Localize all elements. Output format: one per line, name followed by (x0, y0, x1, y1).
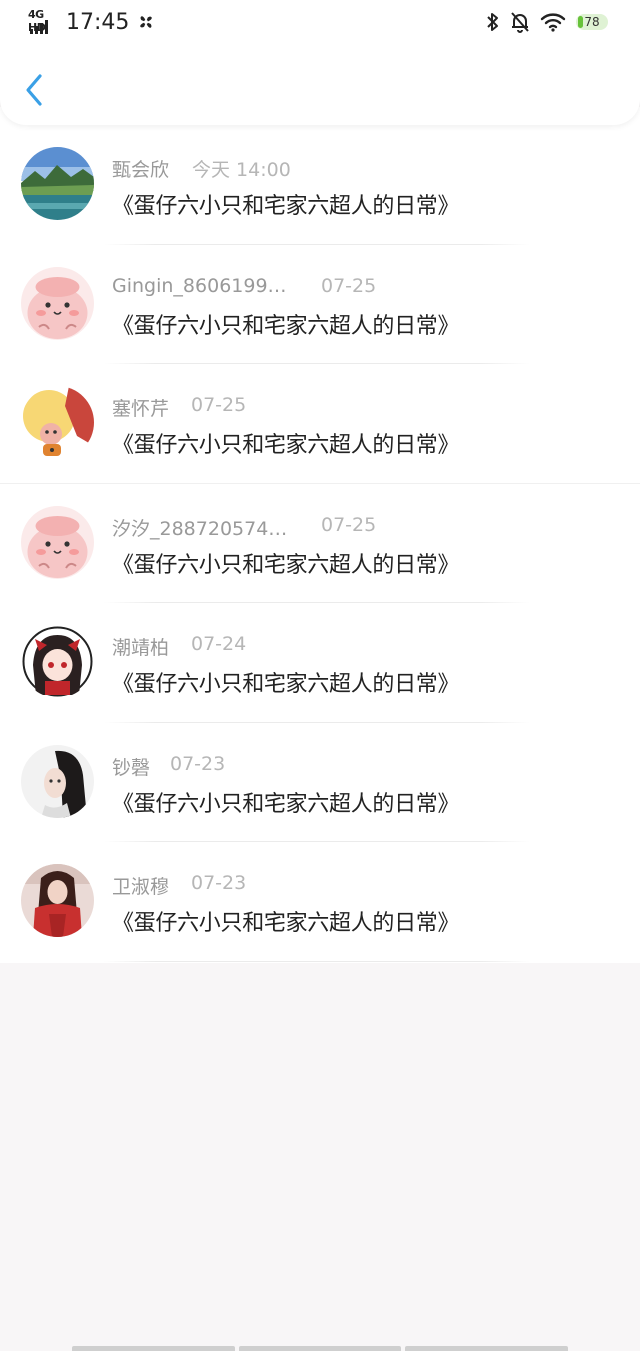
avatar (21, 744, 94, 818)
list-item[interactable]: 卫淑穆 07-23 《蛋仔六小只和宅家六超人的日常》 (0, 842, 640, 962)
clock: 17:45 (66, 9, 130, 35)
author-name: 钞磬 (112, 756, 151, 779)
list-item[interactable]: 潮靖柏 07-24 《蛋仔六小只和宅家六超人的日常》 (0, 603, 640, 723)
wifi-icon (540, 13, 566, 32)
post-date: 今天 14:00 (192, 159, 291, 181)
post-date: 07-25 (191, 394, 247, 416)
signal-icon (30, 20, 48, 34)
item-title: 《蛋仔六小只和宅家六超人的日常》 (112, 433, 460, 458)
post-date: 07-25 (321, 513, 377, 536)
list-item[interactable]: 甄会欣 今天 14:00 《蛋仔六小只和宅家六超人的日常》 (0, 125, 640, 245)
item-title: 《蛋仔六小只和宅家六超人的日常》 (112, 313, 460, 339)
battery-level: 78 (584, 15, 600, 29)
bell-off-icon (511, 12, 529, 33)
network-indicator: 4G HD (28, 8, 58, 36)
author-name: Gingin_8606199… (112, 274, 287, 297)
author-name: 甄会欣 (112, 159, 170, 181)
bluetooth-icon (487, 13, 498, 31)
avatar (21, 625, 94, 698)
home-indicator (72, 1346, 569, 1351)
post-date: 07-23 (191, 872, 247, 894)
list-item[interactable]: Gingin_8606199… 07-25 《蛋仔六小只和宅家六超人的日常》 (0, 245, 640, 364)
author-name: 卫淑穆 (112, 876, 170, 898)
avatar (21, 386, 94, 459)
item-title: 《蛋仔六小只和宅家六超人的日常》 (112, 911, 460, 936)
divider (104, 960, 530, 962)
status-bar: 4G HD 17:45 (0, 0, 640, 44)
post-date: 07-25 (321, 274, 377, 297)
avatar (21, 864, 94, 937)
item-title: 《蛋仔六小只和宅家六超人的日常》 (112, 672, 460, 697)
status-right: 78 (486, 8, 608, 36)
avatar (21, 266, 94, 340)
list-item[interactable]: 塞怀芹 07-25 《蛋仔六小只和宅家六超人的日常》 (0, 364, 640, 484)
message-list: 甄会欣 今天 14:00 《蛋仔六小只和宅家六超人的日常》 Gingin_860… (0, 107, 640, 963)
back-chevron-icon[interactable] (18, 70, 52, 110)
author-name: 塞怀芹 (112, 398, 170, 420)
avatar (21, 505, 94, 579)
item-title: 《蛋仔六小只和宅家六超人的日常》 (112, 194, 460, 219)
avatar (21, 147, 94, 220)
post-date: 07-24 (191, 633, 247, 655)
status-left: 4G HD 17:45 (28, 6, 157, 38)
author-name: 汐汐_288720574… (112, 517, 288, 540)
fan-icon (140, 16, 153, 28)
list-item[interactable]: 汐汐_288720574… 07-25 《蛋仔六小只和宅家六超人的日常》 (0, 484, 640, 603)
list-item[interactable]: 钞磬 07-23 《蛋仔六小只和宅家六超人的日常》 (0, 723, 640, 842)
battery-indicator: 78 (576, 14, 608, 30)
header: 4G HD 17:45 (0, 0, 640, 125)
author-name: 潮靖柏 (112, 637, 170, 659)
item-title: 《蛋仔六小只和宅家六超人的日常》 (112, 791, 460, 817)
item-title: 《蛋仔六小只和宅家六超人的日常》 (112, 552, 460, 578)
post-date: 07-23 (170, 752, 226, 775)
